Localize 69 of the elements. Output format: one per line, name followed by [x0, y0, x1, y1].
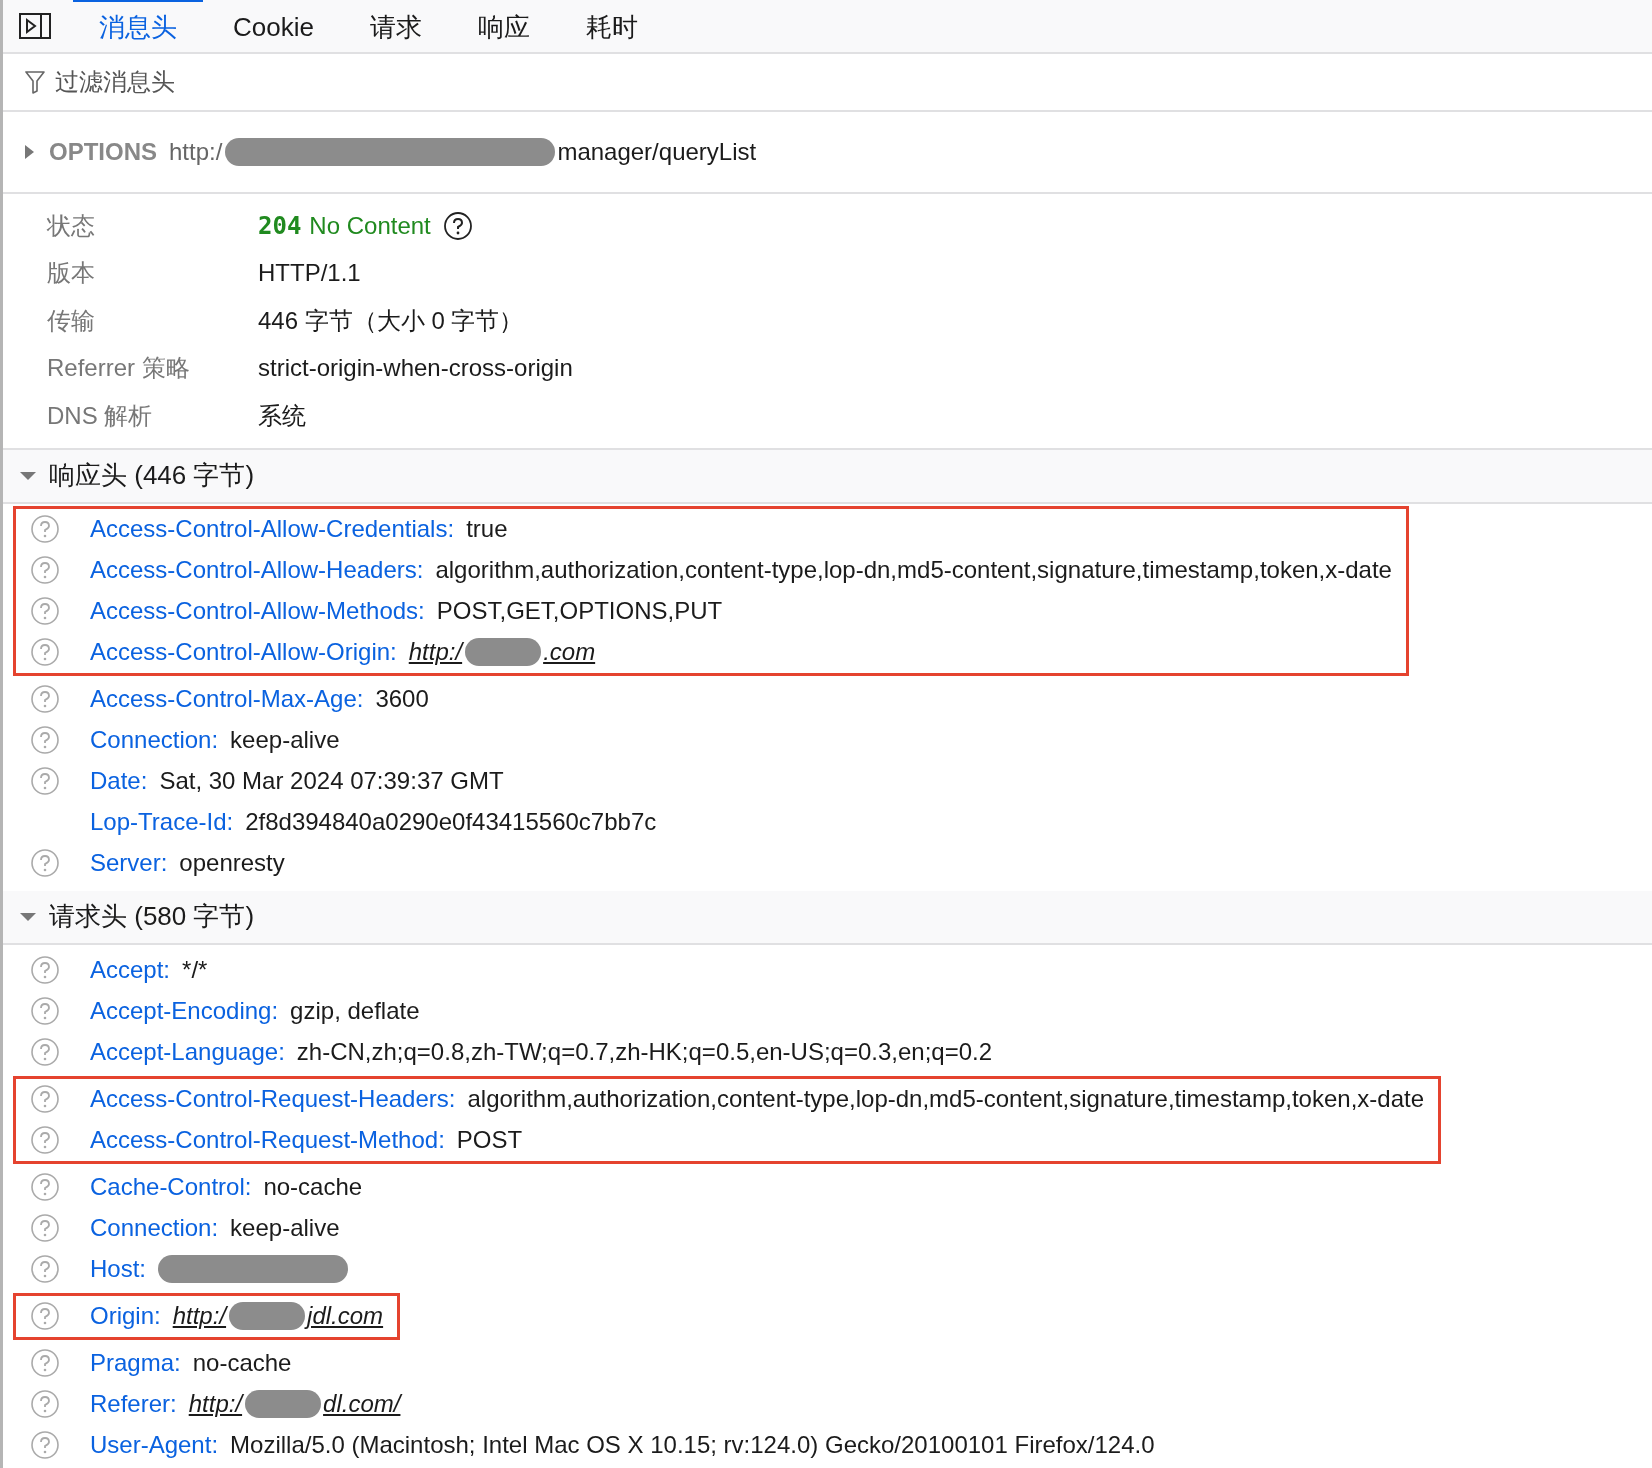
- header-value: no-cache: [192, 1349, 292, 1377]
- header-name: Access-Control-Request-Headers:: [90, 1085, 456, 1113]
- header-value: POST: [456, 1126, 523, 1154]
- header-name: User-Agent:: [90, 1431, 219, 1459]
- header-value: zh-CN,zh;q=0.8,zh-TW;q=0.7,zh-HK;q=0.5,en-US;q=0.3,en;q=0.2: [296, 1038, 993, 1066]
- header-name: Origin:: [90, 1302, 161, 1330]
- summary-label: 版本: [47, 258, 96, 289]
- header-name: Accept-Language:: [90, 1038, 285, 1066]
- tab[interactable]: 消息头: [73, 0, 203, 53]
- request-method: OPTIONS: [49, 138, 157, 166]
- header-value: openresty: [179, 849, 285, 877]
- header-name: Access-Control-Allow-Headers:: [90, 556, 424, 584]
- filter-field[interactable]: 过滤消息头: [53, 67, 457, 97]
- header-name: Server:: [90, 849, 168, 877]
- header-name: Access-Control-Allow-Credentials:: [90, 515, 455, 543]
- header-name: Host:: [90, 1255, 146, 1283]
- section-title[interactable]: 响应头 (446 字节): [49, 458, 255, 493]
- help-icon[interactable]: [442, 210, 473, 241]
- header-value: Sat, 30 Mar 2024 07:39:37 GMT: [159, 767, 504, 795]
- header-name: Lop-Trace-Id:: [90, 808, 234, 836]
- header-value: http:/: [408, 638, 463, 666]
- header-value: 2f8d394840a0290e0f43415560c7bb7c: [245, 808, 657, 836]
- header-value: .com: [543, 638, 596, 666]
- request-url: http:/: [169, 138, 223, 166]
- header-value: keep-alive: [230, 726, 340, 754]
- header-value: gzip, deflate: [290, 997, 420, 1025]
- summary-value: 446 字节（大小 0 字节）: [258, 305, 524, 336]
- header-value: Mozilla/5.0 (Macintosh; Intel Mac OS X 10.15; rv:124.0) Gecko/20100101 Firefox/124.0: [230, 1431, 1155, 1459]
- request-url: manager/queryList: [557, 138, 757, 166]
- header-value: dl.com/: [323, 1390, 401, 1418]
- section-title[interactable]: 请求头 (580 字节): [49, 899, 255, 934]
- summary-value: strict-origin-when-cross-origin: [258, 354, 573, 383]
- summary-label: Referrer 策略: [47, 353, 191, 384]
- header-name: Access-Control-Max-Age:: [90, 685, 364, 713]
- header-name: Access-Control-Allow-Methods:: [90, 597, 425, 625]
- header-value: POST,GET,OPTIONS,PUT: [436, 597, 723, 625]
- status-code: 204: [258, 211, 302, 240]
- header-name: Connection:: [90, 1214, 219, 1242]
- header-value: http:/: [188, 1390, 243, 1418]
- filter-icon: [25, 70, 45, 94]
- header-value: true: [466, 515, 508, 543]
- header-value: */*: [182, 956, 208, 984]
- summary-value: HTTP/1.1: [258, 259, 361, 288]
- header-name: Connection:: [90, 726, 219, 754]
- header-name: Access-Control-Request-Method:: [90, 1126, 445, 1154]
- summary-label: 传输: [47, 305, 96, 336]
- header-name: Cache-Control:: [90, 1173, 252, 1201]
- summary-value: 系统: [258, 400, 306, 431]
- tab[interactable]: Cookie: [207, 0, 340, 53]
- sidebar-toggle-icon[interactable]: [19, 13, 51, 39]
- header-value: algorithm,authorization,content-type,lop-dn,md5-content,signature,timestamp,token,x-date: [435, 556, 1392, 584]
- header-name: Date:: [90, 767, 148, 795]
- header-value: no-cache: [263, 1173, 363, 1201]
- header-name: Accept-Encoding:: [90, 997, 279, 1025]
- summary-label: 状态: [47, 210, 96, 241]
- header-name: Pragma:: [90, 1349, 181, 1377]
- header-name: Access-Control-Allow-Origin:: [90, 638, 397, 666]
- header-value: keep-alive: [230, 1214, 340, 1242]
- header-value: 3600: [375, 685, 429, 713]
- tab[interactable]: 请求: [343, 0, 448, 53]
- header-value: http:/: [172, 1302, 227, 1330]
- tab[interactable]: 耗时: [559, 0, 664, 53]
- status-text: No Content: [309, 211, 431, 240]
- expand-triangle-icon[interactable]: [23, 144, 35, 160]
- tab[interactable]: 响应: [451, 0, 556, 53]
- header-value: algorithm,authorization,content-type,lop-dn,md5-content,signature,timestamp,token,x-date: [467, 1085, 1424, 1113]
- summary-label: DNS 解析: [47, 400, 154, 431]
- header-name: Referer:: [90, 1390, 177, 1418]
- header-name: Accept:: [90, 956, 171, 984]
